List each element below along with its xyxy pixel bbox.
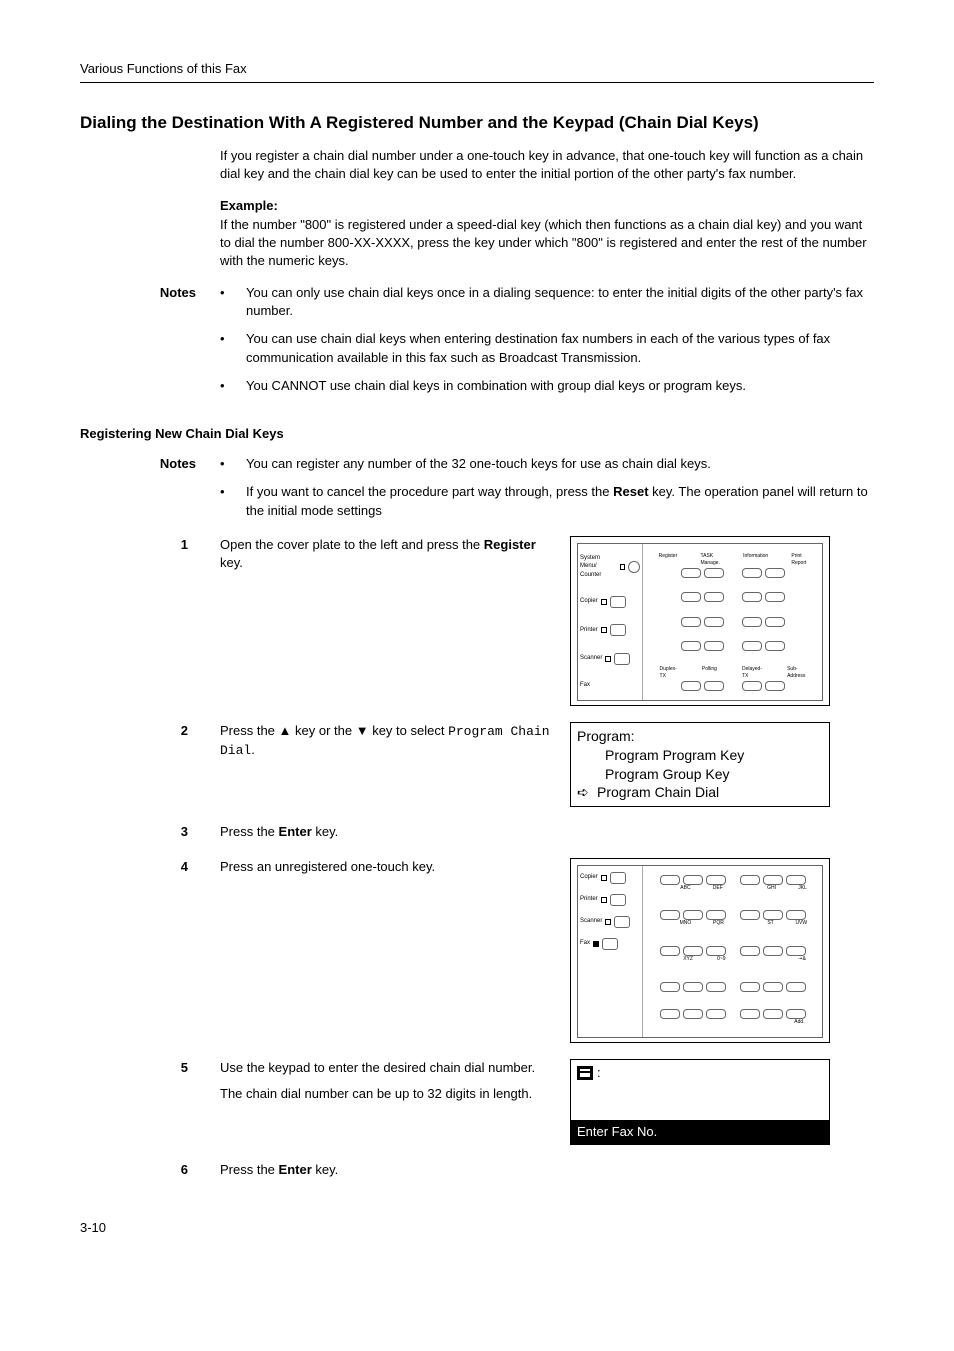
step-number: 2 (80, 722, 220, 740)
page-title: Dialing the Destination With A Registere… (80, 111, 874, 135)
example-block: Example: If the number "800" is register… (220, 197, 874, 270)
note-item: • You can use chain dial keys when enter… (220, 330, 874, 366)
example-label: Example: (220, 198, 278, 213)
step-text: Open the cover plate to the left and pre… (220, 536, 570, 572)
pointer-icon: ➪ (577, 783, 597, 802)
fax-icon (577, 1066, 593, 1080)
mode-printer: Printer (580, 624, 640, 636)
step-number: 4 (80, 858, 220, 876)
mode-scanner: Scanner (580, 653, 640, 665)
down-arrow-icon: ▼ (356, 723, 369, 738)
mode-copier: Copier (580, 872, 640, 884)
note-item: • You can only use chain dial keys once … (220, 284, 874, 320)
lcd-title: Program: (577, 727, 823, 746)
up-arrow-icon: ▲ (279, 723, 292, 738)
example-text: If the number "800" is registered under … (220, 217, 867, 268)
step-2: 2 Press the ▲ key or the ▼ key to select… (80, 722, 874, 808)
control-panel-figure-1: System Menu/ Counter Copier Printer Scan… (570, 536, 830, 706)
lcd-prompt: Enter Fax No. (571, 1120, 829, 1144)
mode-system-menu: System Menu/ Counter (580, 554, 640, 579)
step-text: Press an unregistered one-touch key. (220, 858, 570, 876)
lcd-option: Program Program Key (577, 746, 823, 765)
lcd-display-fax-entry: : Enter Fax No. (570, 1059, 830, 1145)
step-number: 6 (80, 1161, 220, 1179)
step-5: 5 Use the keypad to enter the desired ch… (80, 1059, 874, 1145)
step-number: 3 (80, 823, 220, 841)
lcd-display-program: Program: Program Program Key Program Gro… (570, 722, 830, 808)
step-3: 3 Press the Enter key. (80, 823, 874, 841)
note-item: • If you want to cancel the procedure pa… (220, 483, 874, 519)
mode-printer: Printer (580, 894, 640, 906)
note-item: • You can register any number of the 32 … (220, 455, 874, 473)
lcd-option-selected: ➪Program Chain Dial (577, 783, 823, 802)
step-number: 1 (80, 536, 220, 554)
step-1: 1 Open the cover plate to the left and p… (80, 536, 874, 706)
intro-paragraph: If you register a chain dial number unde… (220, 147, 874, 183)
step-text: Press the ▲ key or the ▼ key to select P… (220, 722, 570, 760)
notes-block-a: Notes • You can only use chain dial keys… (80, 284, 874, 405)
mode-fax: Fax (580, 938, 640, 950)
mode-copier: Copier (580, 596, 640, 608)
step-4: 4 Press an unregistered one-touch key. C… (80, 858, 874, 1043)
notes-label: Notes (80, 455, 220, 530)
note-item: • You CANNOT use chain dial keys in comb… (220, 377, 874, 395)
step-6: 6 Press the Enter key. (80, 1161, 874, 1179)
step-text: Use the keypad to enter the desired chai… (220, 1059, 570, 1103)
subheading: Registering New Chain Dial Keys (80, 425, 874, 443)
page-number: 3-10 (80, 1219, 874, 1237)
step-text: Press the Enter key. (220, 1161, 570, 1179)
running-header: Various Functions of this Fax (80, 60, 874, 83)
lcd-option: Program Group Key (577, 765, 823, 784)
step-number: 5 (80, 1059, 220, 1077)
notes-label: Notes (80, 284, 220, 405)
step-text: Press the Enter key. (220, 823, 570, 841)
mode-fax: Fax (580, 681, 640, 689)
notes-block-b: Notes • You can register any number of t… (80, 455, 874, 530)
control-panel-figure-2: Copier Printer Scanner Fax ABCDEFGHIJKL … (570, 858, 830, 1043)
mode-scanner: Scanner (580, 916, 640, 928)
